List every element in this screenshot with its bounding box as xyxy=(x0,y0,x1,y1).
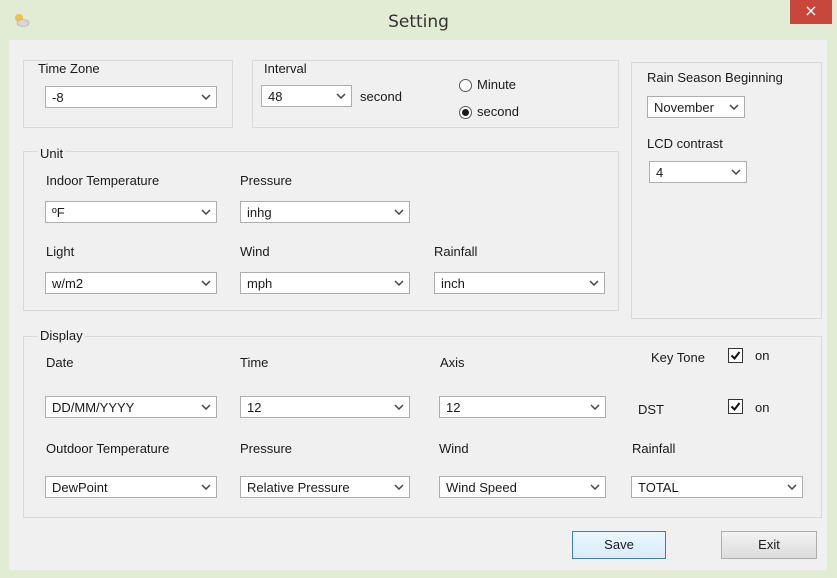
interval-value: 48 xyxy=(268,89,283,104)
time-zone-label: Time Zone xyxy=(38,61,100,76)
chevron-down-icon xyxy=(201,209,211,215)
checkmark-icon xyxy=(730,351,741,361)
indoor-temperature-value: ºF xyxy=(52,205,65,220)
minute-radio[interactable] xyxy=(459,79,472,92)
date-label: Date xyxy=(46,355,74,370)
unit-wind-value: mph xyxy=(247,276,273,291)
chevron-down-icon xyxy=(729,104,739,110)
interval-label: Interval xyxy=(264,61,307,76)
display-rainfall-select[interactable]: TOTAL xyxy=(631,476,803,498)
settings-panel: Time Zone -8 Interval 48 second Minute s… xyxy=(9,40,827,570)
display-wind-label: Wind xyxy=(439,441,469,456)
display-pressure-select[interactable]: Relative Pressure xyxy=(240,476,410,498)
second-radio[interactable] xyxy=(459,106,472,119)
rain-season-label: Rain Season Beginning xyxy=(647,70,783,85)
axis-value: 12 xyxy=(446,400,461,415)
key-tone-checkbox[interactable] xyxy=(728,348,743,363)
time-zone-value: -8 xyxy=(52,90,64,105)
close-button[interactable]: × xyxy=(790,0,832,24)
axis-label: Axis xyxy=(440,355,465,370)
unit-wind-select[interactable]: mph xyxy=(240,272,410,294)
display-pressure-label: Pressure xyxy=(240,441,293,456)
interval-unit-label: second xyxy=(360,89,402,104)
second-radio-label[interactable]: second xyxy=(477,104,519,119)
indoor-temperature-label: Indoor Temperature xyxy=(46,173,160,188)
light-value: w/m2 xyxy=(52,276,84,291)
display-pressure-value: Relative Pressure xyxy=(247,480,350,495)
chevron-down-icon xyxy=(394,484,404,490)
display-wind-value: Wind Speed xyxy=(446,480,517,495)
unit-rainfall-value: inch xyxy=(441,276,465,291)
chevron-down-icon xyxy=(201,404,211,410)
chevron-down-icon xyxy=(394,209,404,215)
checkmark-icon xyxy=(730,402,741,412)
chevron-down-icon xyxy=(590,484,600,490)
outdoor-temperature-select[interactable]: DewPoint xyxy=(45,476,217,498)
unit-group-label: Unit xyxy=(38,146,66,161)
outdoor-temperature-label: Outdoor Temperature xyxy=(46,441,170,456)
window-title: Setting xyxy=(388,12,449,32)
dst-checkbox[interactable] xyxy=(728,399,743,414)
time-select[interactable]: 12 xyxy=(240,396,410,418)
time-value: 12 xyxy=(247,400,262,415)
lcd-contrast-value: 4 xyxy=(656,165,664,180)
minute-radio-label[interactable]: Minute xyxy=(477,77,516,92)
outdoor-temperature-value: DewPoint xyxy=(52,480,108,495)
key-tone-label: Key Tone xyxy=(651,350,705,365)
lcd-contrast-label: LCD contrast xyxy=(647,136,723,151)
display-wind-select[interactable]: Wind Speed xyxy=(439,476,606,498)
unit-pressure-label: Pressure xyxy=(240,173,293,188)
date-value: DD/MM/YYYY xyxy=(52,400,135,415)
title-bar: Setting × xyxy=(0,0,837,40)
chevron-down-icon xyxy=(590,404,600,410)
chevron-down-icon xyxy=(394,404,404,410)
chevron-down-icon xyxy=(201,280,211,286)
display-rainfall-label: Rainfall xyxy=(632,441,676,456)
interval-select[interactable]: 48 xyxy=(261,85,352,107)
key-tone-on-label: on xyxy=(755,348,770,363)
lcd-contrast-select[interactable]: 4 xyxy=(649,161,747,183)
close-icon: × xyxy=(804,1,818,20)
chevron-down-icon xyxy=(201,484,211,490)
dst-on-label: on xyxy=(755,400,770,415)
unit-pressure-select[interactable]: inhg xyxy=(240,201,410,223)
chevron-down-icon xyxy=(394,280,404,286)
light-label: Light xyxy=(46,244,75,259)
rain-season-select[interactable]: November xyxy=(647,96,745,118)
time-zone-select[interactable]: -8 xyxy=(45,86,217,108)
unit-rainfall-select[interactable]: inch xyxy=(434,272,605,294)
display-rainfall-value: TOTAL xyxy=(638,480,679,495)
chevron-down-icon xyxy=(731,169,741,175)
date-select[interactable]: DD/MM/YYYY xyxy=(45,396,217,418)
indoor-temperature-select[interactable]: ºF xyxy=(45,201,217,223)
unit-pressure-value: inhg xyxy=(247,205,272,220)
chevron-down-icon xyxy=(336,93,346,99)
rain-season-value: November xyxy=(654,100,714,115)
chevron-down-icon xyxy=(787,484,797,490)
dst-label: DST xyxy=(638,402,664,417)
axis-select[interactable]: 12 xyxy=(439,396,606,418)
light-select[interactable]: w/m2 xyxy=(45,272,217,294)
unit-rainfall-label: Rainfall xyxy=(434,244,478,259)
time-label: Time xyxy=(240,355,269,370)
exit-button[interactable]: Exit xyxy=(721,531,817,559)
chevron-down-icon xyxy=(201,94,211,100)
save-button[interactable]: Save xyxy=(572,531,666,559)
chevron-down-icon xyxy=(589,280,599,286)
display-group-label: Display xyxy=(38,328,85,343)
unit-wind-label: Wind xyxy=(240,244,270,259)
